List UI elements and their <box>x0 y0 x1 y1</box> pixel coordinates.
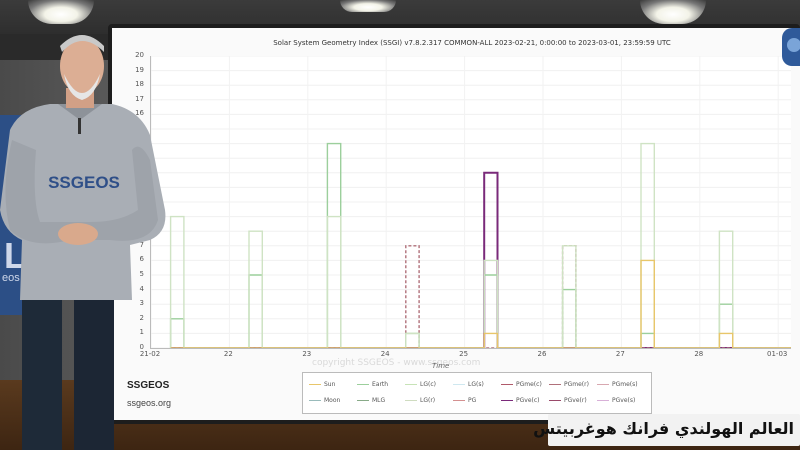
display-screen: Solar System Geometry Index (SSGI) v7.8.… <box>112 28 800 420</box>
x-tick-label: 26 <box>537 350 547 358</box>
legend-item: MLG <box>357 397 385 404</box>
caption-text: العالم الهولندي فرانك هوغربيتس <box>533 419 794 438</box>
legend-label: PGve(c) <box>516 397 540 404</box>
legend-label: LG(s) <box>468 381 484 388</box>
legend-item: PGve(r) <box>549 397 587 404</box>
legend-label: PG <box>468 397 477 404</box>
grid-lines <box>151 56 791 348</box>
legend-item: PG <box>453 397 476 404</box>
legend-item: PGme(r) <box>549 381 589 388</box>
legend-item: PGme(s) <box>597 381 638 388</box>
presenter-right-leg <box>74 290 114 450</box>
presenter-hands <box>58 223 98 245</box>
legend-swatch <box>405 400 417 401</box>
legend-item: Sun <box>309 381 335 388</box>
legend-swatch <box>357 400 369 401</box>
legend-swatch <box>309 384 321 385</box>
legend-label: LG(r) <box>420 397 436 404</box>
legend-swatch <box>549 400 561 401</box>
shirt-logo: SSGEOS <box>48 173 120 192</box>
series-line <box>170 245 791 348</box>
legend-label: PGve(r) <box>564 397 587 404</box>
legend-item: Moon <box>309 397 340 404</box>
corner-logo-icon <box>782 28 800 66</box>
legend-swatch <box>501 400 513 401</box>
legend-swatch <box>453 384 465 385</box>
legend-swatch <box>453 400 465 401</box>
legend-swatch <box>357 384 369 385</box>
presenter: SSGEOS <box>0 35 166 450</box>
legend-item: LG(s) <box>453 381 484 388</box>
legend-swatch <box>597 400 609 401</box>
legend-label: Sun <box>324 381 336 388</box>
legend-swatch <box>309 400 321 401</box>
legend-item: LG(c) <box>405 381 436 388</box>
legend-label: Earth <box>372 381 389 388</box>
ceiling-lamp-icon <box>340 0 396 12</box>
plot-area <box>150 56 791 349</box>
chart-legend: Sun Earth LG(c) LG(s) PGme(c) PGme(r) PGme(s) M… <box>302 372 652 414</box>
legend-label: LG(c) <box>420 381 436 388</box>
x-tick-label: 28 <box>694 350 704 358</box>
watermark: copyright SSGEOS - www.ssgeos.com <box>312 358 481 368</box>
chart-svg <box>151 56 791 348</box>
legend-swatch <box>549 384 561 385</box>
brand-name: SSGEOS <box>127 380 170 391</box>
x-tick-label: 27 <box>615 350 625 358</box>
x-tick-label: 24 <box>380 350 390 358</box>
legend-item: Earth <box>357 381 388 388</box>
legend-item: PGme(c) <box>501 381 542 388</box>
legend-label: PGme(r) <box>564 381 589 388</box>
chart-title: Solar System Geometry Index (SSGI) v7.8.… <box>273 39 671 47</box>
legend-label: PGme(c) <box>516 381 542 388</box>
x-tick-label: 01-03 <box>767 350 788 358</box>
presenter-left-leg <box>22 290 62 450</box>
brand-url: ssgeos.org <box>127 398 172 408</box>
x-tick-label: 25 <box>459 350 469 358</box>
x-tick-label: 23 <box>302 350 312 358</box>
legend-label: PGve(s) <box>612 397 636 404</box>
legend-swatch <box>405 384 417 385</box>
x-tick-label: 22 <box>223 350 233 358</box>
legend-label: Moon <box>324 397 341 404</box>
legend-swatch <box>501 384 513 385</box>
legend-swatch <box>597 384 609 385</box>
caption-bar: العالم الهولندي فرانك هوغربيتس <box>533 414 800 446</box>
legend-label: MLG <box>372 397 386 404</box>
presenter-mic-icon <box>78 118 81 134</box>
legend-label: PGme(s) <box>612 381 638 388</box>
legend-item: LG(r) <box>405 397 435 404</box>
legend-item: PGve(s) <box>597 397 635 404</box>
legend-item: PGve(c) <box>501 397 540 404</box>
